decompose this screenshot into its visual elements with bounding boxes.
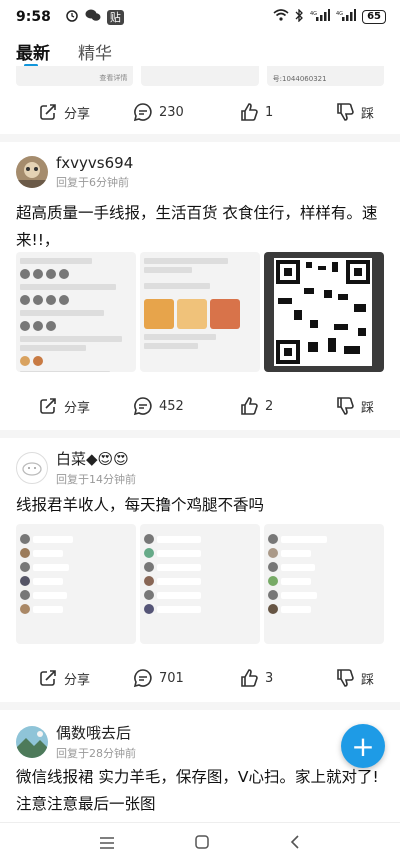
previous-post-image-1[interactable]: 查看详情 — [16, 66, 134, 86]
battery-indicator: 65 — [362, 10, 386, 24]
post-time: 回复于14分钟前 — [56, 473, 136, 486]
create-post-button[interactable]: + — [341, 724, 385, 768]
avatar[interactable] — [16, 725, 48, 758]
share-button[interactable]: 分享 — [38, 668, 90, 688]
username[interactable]: 偶数哦去后 — [56, 722, 136, 743]
more-images-count: +1 — [310, 302, 338, 323]
dislike-button[interactable]: 踩 — [335, 102, 374, 122]
thumbs-down-icon — [337, 669, 354, 687]
alarm-icon — [65, 8, 79, 26]
home-icon[interactable] — [194, 834, 210, 855]
post-actions: 分享 230 1 踩 — [0, 94, 400, 130]
username[interactable]: fxvyvs694 — [56, 154, 133, 172]
tab-featured[interactable]: 精华 — [78, 39, 112, 64]
previous-post-images: 查看详情 号:1044060321 — [16, 66, 384, 86]
post-divider — [0, 430, 400, 438]
like-button[interactable]: 3 — [239, 668, 273, 688]
share-icon — [40, 398, 56, 414]
tab-latest[interactable]: 最新 — [16, 39, 50, 64]
post-images — [16, 524, 384, 644]
share-button[interactable]: 分享 — [38, 396, 90, 416]
post-time: 回复于6分钟前 — [56, 176, 129, 189]
svg-text:4G: 4G — [336, 11, 343, 17]
post-text[interactable]: 超高质量一手线报，生活百货 衣食住行，样样有。速来!!， — [16, 200, 384, 254]
thumbs-up-icon — [241, 669, 258, 687]
wechat-icon — [85, 8, 101, 26]
post-actions: 分享 452 2 踩 — [0, 388, 400, 424]
post-image-2[interactable] — [140, 252, 260, 372]
wifi-icon — [273, 9, 289, 25]
post-image-2[interactable] — [140, 524, 260, 644]
post-image-1[interactable] — [16, 252, 136, 372]
post-text[interactable]: 微信线报裙 实力羊毛，保存图，V心扫。家上就对了! 注意注意最后一张图 — [16, 764, 384, 818]
share-icon — [40, 670, 56, 686]
username[interactable]: 白菜◆😍😍 — [56, 448, 136, 469]
post-images: +1 — [16, 252, 384, 372]
svg-text:4G: 4G — [310, 11, 317, 17]
status-time: 9:58 — [16, 9, 51, 25]
post-image-1[interactable] — [16, 524, 136, 644]
previous-post-image-3[interactable]: 号:1044060321 — [266, 66, 384, 86]
post-image-3[interactable] — [264, 524, 384, 644]
signal-icon: 4G — [310, 9, 331, 25]
post-text[interactable]: 线报君羊收人，每天撸个鸡腿不香吗 — [16, 492, 384, 519]
comment-icon — [133, 397, 152, 416]
back-icon[interactable] — [289, 834, 301, 855]
share-icon — [40, 104, 56, 120]
dislike-button[interactable]: 踩 — [335, 396, 374, 416]
menu-icon[interactable] — [99, 834, 115, 855]
post-header: fxvyvs694 回复于6分钟前 — [16, 154, 133, 190]
top-tabs: 最新 精华 — [0, 36, 400, 66]
comment-icon — [133, 103, 152, 122]
system-nav-bar — [0, 822, 400, 866]
qr-code-image[interactable]: +1 — [264, 252, 384, 372]
like-button[interactable]: 2 — [239, 396, 273, 416]
comment-icon — [133, 669, 152, 688]
comment-button[interactable]: 452 — [133, 396, 184, 416]
status-bar: 9:58 贴 4G 4G 65 — [0, 0, 400, 34]
previous-post-image-2[interactable] — [141, 66, 259, 86]
comment-button[interactable]: 701 — [133, 668, 184, 688]
avatar[interactable] — [16, 451, 48, 484]
post-header: 白菜◆😍😍 回复于14分钟前 — [16, 448, 136, 487]
post-header: 偶数哦去后 回复于28分钟前 — [16, 722, 136, 761]
share-button[interactable]: 分享 — [38, 102, 90, 122]
thumbs-down-icon — [337, 397, 354, 415]
thumbs-up-icon — [241, 397, 258, 415]
post-divider — [0, 702, 400, 710]
post-divider — [0, 134, 400, 142]
thumbs-up-icon — [241, 103, 258, 121]
comment-button[interactable]: 230 — [133, 102, 184, 122]
post-actions: 分享 701 3 踩 — [0, 660, 400, 696]
signal-icon-2: 4G — [336, 9, 357, 25]
dislike-button[interactable]: 踩 — [335, 668, 374, 688]
bluetooth-icon — [295, 7, 304, 26]
thumbs-down-icon — [337, 103, 354, 121]
like-button[interactable]: 1 — [239, 102, 273, 122]
post-time: 回复于28分钟前 — [56, 747, 136, 760]
tieba-badge: 贴 — [106, 9, 124, 25]
avatar[interactable] — [16, 156, 48, 188]
